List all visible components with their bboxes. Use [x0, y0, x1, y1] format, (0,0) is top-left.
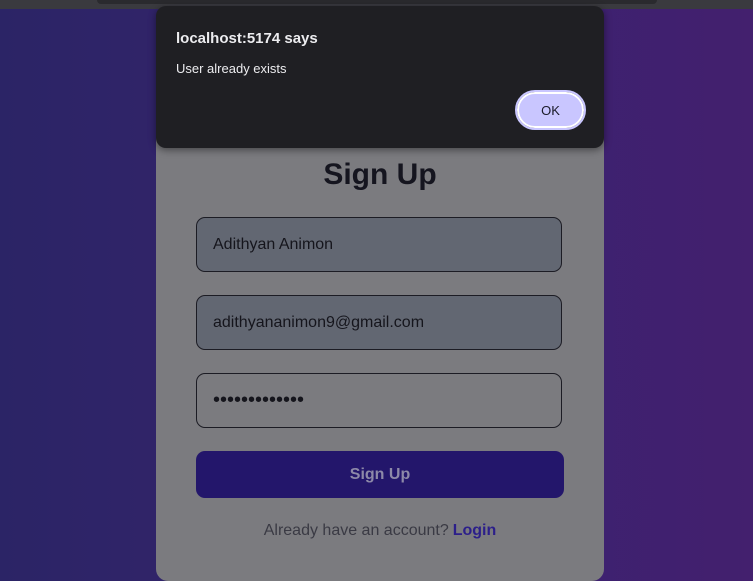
signup-button[interactable]: Sign Up: [196, 451, 564, 498]
page-title: Sign Up: [323, 158, 437, 191]
dialog-message: User already exists: [176, 61, 287, 76]
email-field[interactable]: adithyananimon9@gmail.com: [196, 295, 562, 350]
name-field-value: Adithyan Animon: [213, 235, 334, 253]
dialog-title: localhost:5174 says: [176, 30, 318, 47]
password-field[interactable]: •••••••••••••: [196, 373, 562, 428]
browser-tab-strip: [97, 0, 657, 4]
login-link[interactable]: Login: [453, 522, 497, 539]
login-prompt: Already have an account? Login: [156, 522, 604, 540]
alert-dialog: localhost:5174 says User already exists …: [156, 6, 604, 148]
ok-button[interactable]: OK: [515, 90, 586, 130]
email-field-value: adithyananimon9@gmail.com: [213, 313, 425, 331]
login-prompt-text: Already have an account?: [263, 522, 449, 539]
name-field[interactable]: Adithyan Animon: [196, 217, 562, 272]
password-field-value: •••••••••••••: [213, 389, 305, 411]
